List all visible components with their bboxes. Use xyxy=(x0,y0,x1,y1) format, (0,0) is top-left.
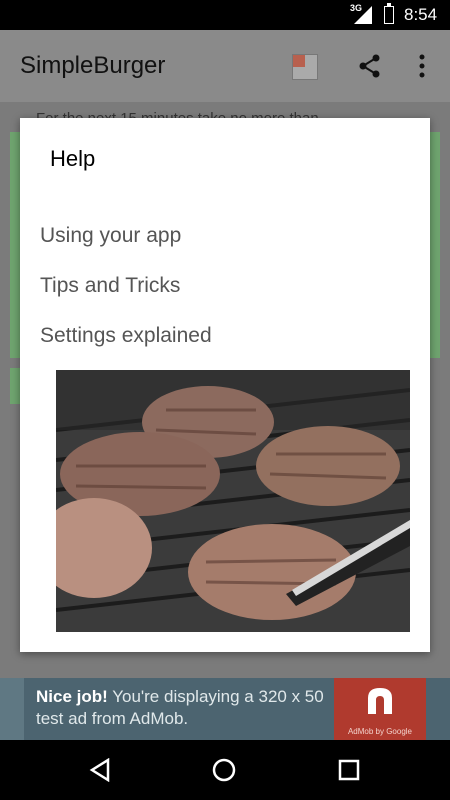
burger-grill-image xyxy=(56,370,410,632)
home-icon[interactable] xyxy=(212,758,236,782)
signal-icon xyxy=(354,6,372,24)
back-icon[interactable] xyxy=(88,758,112,782)
status-bar: 3G 8:54 xyxy=(0,0,450,30)
ad-brand: AdMob by Google xyxy=(347,727,413,736)
battery-icon xyxy=(384,3,394,24)
ad-banner[interactable]: Nice job! You're displaying a 320 x 50 t… xyxy=(0,678,450,740)
admob-logo-icon: AdMob by Google xyxy=(334,678,426,740)
help-item-settings[interactable]: Settings explained xyxy=(40,324,212,348)
ad-headline: Nice job! xyxy=(36,687,108,706)
dialog-title: Help xyxy=(50,146,96,171)
app-title: SimpleBurger xyxy=(20,52,166,79)
help-item-tips-tricks[interactable]: Tips and Tricks xyxy=(40,274,180,298)
app-bar: SimpleBurger xyxy=(0,30,450,102)
navigation-bar xyxy=(0,740,450,800)
recents-icon[interactable] xyxy=(338,759,360,781)
ad-text: Nice job! You're displaying a 320 x 50 t… xyxy=(36,686,336,730)
ad-arrow-icon xyxy=(0,678,24,740)
app-logo-icon[interactable] xyxy=(292,54,318,80)
share-icon[interactable] xyxy=(356,52,384,80)
help-item-using-app[interactable]: Using your app xyxy=(40,224,181,248)
status-time: 8:54 xyxy=(404,5,438,24)
overflow-menu-icon[interactable] xyxy=(408,52,436,80)
help-dialog: Help Using your app Tips and Tricks Sett… xyxy=(20,118,430,652)
